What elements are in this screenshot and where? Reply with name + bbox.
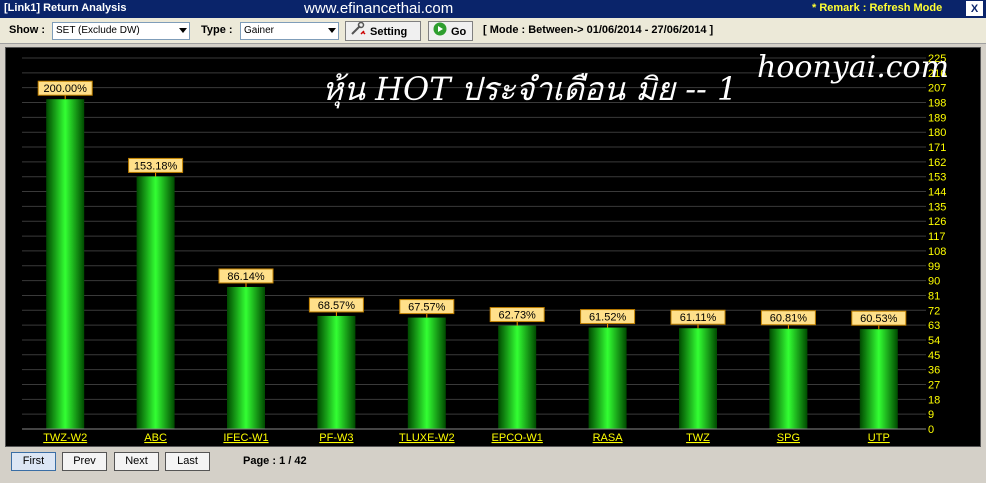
x-tick-label: UTP <box>868 432 890 444</box>
bar <box>407 317 446 429</box>
chevron-down-icon <box>179 28 187 33</box>
y-tick-label: 144 <box>928 187 946 199</box>
y-tick-label: 198 <box>928 98 946 110</box>
close-button[interactable]: X <box>966 1 983 16</box>
first-page-button[interactable]: First <box>11 452 56 471</box>
y-tick-label: 135 <box>928 201 946 213</box>
y-tick-label: 189 <box>928 112 946 124</box>
y-tick-label: 126 <box>928 216 946 228</box>
data-label: 200.00% <box>43 83 87 95</box>
bar <box>136 176 175 429</box>
overlay-brand: hoonyai.com <box>757 50 950 85</box>
y-tick-label: 18 <box>928 394 940 406</box>
data-label: 153.18% <box>134 160 178 172</box>
mode-text: [ Mode : Between-> 01/06/2014 - 27/06/20… <box>483 24 714 36</box>
bar <box>317 315 356 429</box>
chevron-down-icon <box>328 28 336 33</box>
data-label: 67.57% <box>408 302 446 314</box>
data-label: 68.57% <box>318 300 356 312</box>
next-page-button[interactable]: Next <box>114 452 159 471</box>
data-label: 86.14% <box>227 271 265 283</box>
x-tick-label: IFEC-W1 <box>223 432 268 444</box>
page-info: Page : 1 / 42 <box>243 455 307 467</box>
y-tick-label: 117 <box>928 231 946 243</box>
setting-button[interactable]: Setting <box>345 21 421 41</box>
bar <box>46 99 85 429</box>
y-tick-label: 27 <box>928 379 940 391</box>
x-tick-label: TWZ <box>686 432 710 444</box>
x-tick-label: SPG <box>777 432 800 444</box>
last-page-button[interactable]: Last <box>165 452 210 471</box>
y-tick-label: 0 <box>928 424 934 436</box>
bar <box>498 325 537 429</box>
overlay-title: หุ้น HOT ประจำเดือน มิย -- 1 <box>322 70 738 108</box>
y-tick-label: 54 <box>928 335 940 347</box>
y-tick-label: 180 <box>928 127 946 139</box>
data-label: 61.11% <box>680 312 717 324</box>
data-label: 60.81% <box>770 313 808 325</box>
watermark-text: www.efinancethai.com <box>304 0 454 17</box>
y-tick-label: 162 <box>928 157 946 169</box>
x-tick-label: TWZ-W2 <box>43 432 87 444</box>
y-tick-label: 81 <box>928 290 940 302</box>
bar <box>679 328 717 429</box>
y-tick-label: 99 <box>928 261 940 273</box>
x-tick-label: PF-W3 <box>319 432 353 444</box>
show-select-value: SET (Exclude DW) <box>56 25 140 36</box>
play-icon <box>433 22 447 42</box>
go-label: Go <box>451 25 467 38</box>
prev-page-button[interactable]: Prev <box>62 452 107 471</box>
show-label: Show : <box>9 24 46 36</box>
bar <box>769 328 808 429</box>
y-tick-label: 45 <box>928 350 940 362</box>
y-tick-label: 108 <box>928 246 946 258</box>
bar <box>227 286 265 429</box>
type-label: Type : <box>201 24 233 36</box>
y-tick-label: 153 <box>928 172 946 184</box>
go-button[interactable]: Go <box>428 21 473 41</box>
y-tick-label: 171 <box>928 142 946 154</box>
x-tick-label: EPCO-W1 <box>492 432 543 444</box>
toolbar: Show : SET (Exclude DW) Type : Gainer Se… <box>0 18 986 44</box>
setting-label: Setting <box>370 25 408 38</box>
x-tick-label: ABC <box>144 432 167 444</box>
bar <box>859 329 898 429</box>
x-tick-label: TLUXE-W2 <box>399 432 455 444</box>
bar <box>588 327 627 429</box>
remark-text: * Remark : Refresh Mode <box>812 2 943 14</box>
data-label: 60.53% <box>860 313 898 325</box>
show-select[interactable]: SET (Exclude DW) <box>52 22 190 40</box>
y-tick-label: 9 <box>928 409 934 421</box>
title-bar: [Link1] Return Analysis www.efinancethai… <box>0 0 986 18</box>
y-tick-label: 72 <box>928 305 940 317</box>
type-select[interactable]: Gainer <box>240 22 339 40</box>
tools-icon <box>350 21 366 42</box>
type-select-value: Gainer <box>244 25 275 36</box>
x-tick-label: RASA <box>593 432 624 444</box>
data-label: 61.52% <box>589 312 627 324</box>
data-label: 62.73% <box>499 310 537 322</box>
window-title: [Link1] Return Analysis <box>4 2 127 14</box>
pagination-bar: First Prev Next Last Page : 1 / 42 <box>0 449 986 483</box>
y-tick-label: 36 <box>928 365 940 377</box>
y-tick-label: 63 <box>928 320 940 332</box>
y-tick-label: 90 <box>928 276 940 288</box>
